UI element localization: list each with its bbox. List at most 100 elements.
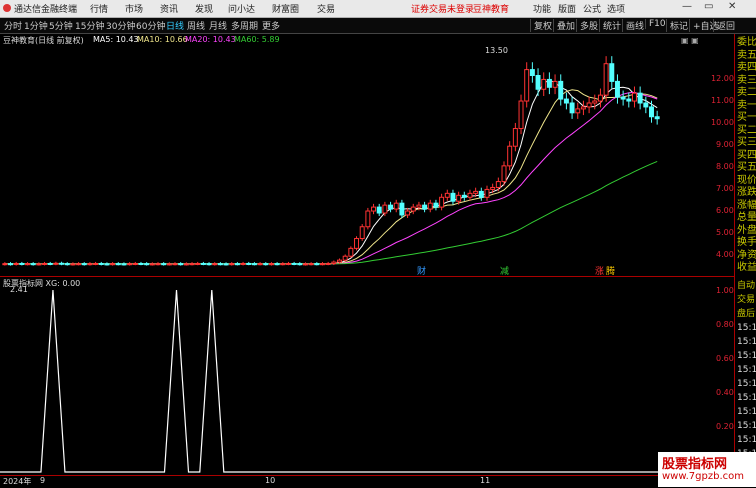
candle-body bbox=[206, 263, 212, 266]
menu-bar: 通达信金融终端 行情 市场 资讯 发现 问小达 财富圈 交易 证券交易未登录 豆… bbox=[0, 0, 756, 18]
candle-body bbox=[308, 263, 314, 266]
login-notice[interactable]: 证券交易未登录 bbox=[411, 2, 474, 15]
period-60min[interactable]: 60分钟 bbox=[136, 19, 165, 32]
candle-body bbox=[563, 98, 569, 104]
candle-body bbox=[251, 263, 257, 266]
candle-body bbox=[70, 263, 76, 266]
candle-body bbox=[257, 263, 263, 266]
candlestick-chart bbox=[2, 56, 660, 266]
period-more[interactable]: 更多 bbox=[262, 19, 280, 32]
candle-body bbox=[433, 202, 439, 208]
btn-biaoji[interactable]: 标记 bbox=[666, 19, 688, 32]
candle-body bbox=[268, 263, 274, 266]
period-multi[interactable]: 多周期 bbox=[231, 19, 258, 32]
candle-body bbox=[8, 263, 13, 266]
candle-body bbox=[637, 92, 643, 104]
trade-time-label: 15:1 bbox=[737, 435, 756, 445]
candle-body bbox=[13, 262, 19, 265]
period-1min[interactable]: 1分钟 bbox=[24, 19, 48, 32]
menu-item-jiaoyi[interactable]: 交易 bbox=[317, 2, 335, 15]
candle-body bbox=[416, 204, 422, 208]
date-year: 2024年 bbox=[3, 477, 32, 486]
btn-tongji[interactable]: 统计 bbox=[599, 19, 621, 32]
trade-time-label: 盘后 bbox=[737, 309, 756, 319]
period-15min[interactable]: 15分钟 bbox=[75, 19, 104, 32]
ma5-line bbox=[4, 79, 658, 265]
chart-settings-icon[interactable]: ▣ ▣ bbox=[681, 36, 699, 45]
trade-time-label: 15:1 bbox=[737, 393, 756, 403]
sub-tick: 0.80 bbox=[716, 320, 734, 329]
btn-fuquan[interactable]: 复权 bbox=[530, 19, 552, 32]
candle-body bbox=[473, 190, 479, 194]
candle-body bbox=[42, 262, 48, 265]
restore-icon[interactable]: ▭ bbox=[704, 1, 713, 12]
period-daily[interactable]: 日线 bbox=[166, 19, 184, 32]
period-monthly[interactable]: 月线 bbox=[209, 19, 227, 32]
menu-item-gongneng[interactable]: 功能 bbox=[533, 2, 551, 15]
candle-body bbox=[569, 102, 575, 114]
candle-body bbox=[388, 204, 394, 210]
period-fenshi[interactable]: 分时 bbox=[4, 19, 22, 32]
candle-body bbox=[110, 263, 116, 266]
candle-body bbox=[302, 263, 308, 266]
candle-body bbox=[365, 210, 371, 228]
menu-item-gongshi[interactable]: 公式 bbox=[583, 2, 601, 15]
candle-body bbox=[212, 263, 218, 266]
menu-item-faxian[interactable]: 发现 bbox=[195, 2, 213, 15]
candle-body bbox=[30, 263, 36, 266]
period-30min[interactable]: 30分钟 bbox=[106, 19, 135, 32]
menu-item-shichang[interactable]: 市场 bbox=[125, 2, 143, 15]
btn-f10[interactable]: F10 bbox=[645, 19, 666, 29]
menu-item-wenxiaoda[interactable]: 问小达 bbox=[228, 2, 255, 15]
candle-body bbox=[234, 263, 240, 266]
trade-time-label: 交易 bbox=[737, 295, 756, 305]
close-icon[interactable]: ✕ bbox=[728, 1, 736, 12]
candle-body bbox=[524, 69, 530, 102]
period-weekly[interactable]: 周线 bbox=[187, 19, 205, 32]
trade-time-label: 15:1 bbox=[737, 323, 756, 333]
candle-body bbox=[399, 202, 405, 216]
date-month-10: 10 bbox=[265, 476, 276, 485]
candle-body bbox=[382, 204, 388, 214]
candle-body bbox=[558, 80, 564, 100]
candle-body bbox=[575, 108, 581, 114]
candle-body bbox=[337, 259, 342, 263]
ma10-line bbox=[4, 89, 658, 265]
menu-item-banmian[interactable]: 版面 bbox=[558, 2, 576, 15]
candle-body bbox=[541, 78, 547, 90]
ma20-line bbox=[4, 91, 658, 265]
btn-huaxian[interactable]: 画线 bbox=[622, 19, 644, 32]
menu-item-xuanxiang[interactable]: 选项 bbox=[607, 2, 625, 15]
candle-body bbox=[507, 145, 513, 167]
menu-item-zixun[interactable]: 资讯 bbox=[160, 2, 178, 15]
price-tick: 6.00 bbox=[716, 206, 734, 215]
minimize-icon[interactable]: — bbox=[682, 1, 692, 12]
btn-duogu[interactable]: 多股 bbox=[576, 19, 598, 32]
ma10-label: MA10: 10.66 bbox=[137, 35, 188, 44]
menu-item-hangqing[interactable]: 行情 bbox=[90, 2, 108, 15]
candle-body bbox=[172, 263, 178, 266]
candle-body bbox=[518, 100, 524, 130]
price-tick: 5.00 bbox=[716, 228, 734, 237]
btn-fanhui[interactable]: 返回 bbox=[713, 19, 735, 32]
candle-body bbox=[280, 263, 286, 266]
app-title: 通达信金融终端 bbox=[14, 5, 78, 15]
sub-tick: 0.60 bbox=[716, 354, 734, 363]
candle-body bbox=[19, 262, 25, 265]
btn-diejia[interactable]: 叠加 bbox=[553, 19, 575, 32]
candle-body bbox=[654, 116, 660, 120]
candle-body bbox=[229, 263, 235, 266]
pane-divider[interactable] bbox=[0, 276, 734, 277]
candle-body bbox=[535, 75, 541, 90]
period-toolbar: 分时 1分钟 5分钟 15分钟 30分钟 60分钟 日线 周线 月线 多周期 更… bbox=[0, 18, 756, 34]
price-tick: 4.00 bbox=[716, 250, 734, 259]
candle-body bbox=[359, 226, 365, 240]
period-5min[interactable]: 5分钟 bbox=[49, 19, 73, 32]
candle-body bbox=[444, 192, 450, 198]
candle-body bbox=[314, 263, 320, 266]
candle-body bbox=[643, 102, 649, 108]
candle-body bbox=[580, 106, 586, 110]
candle-body bbox=[439, 196, 445, 208]
trade-time-label: 15:1 bbox=[737, 407, 756, 417]
menu-item-caifuquan[interactable]: 财富圈 bbox=[272, 2, 299, 15]
